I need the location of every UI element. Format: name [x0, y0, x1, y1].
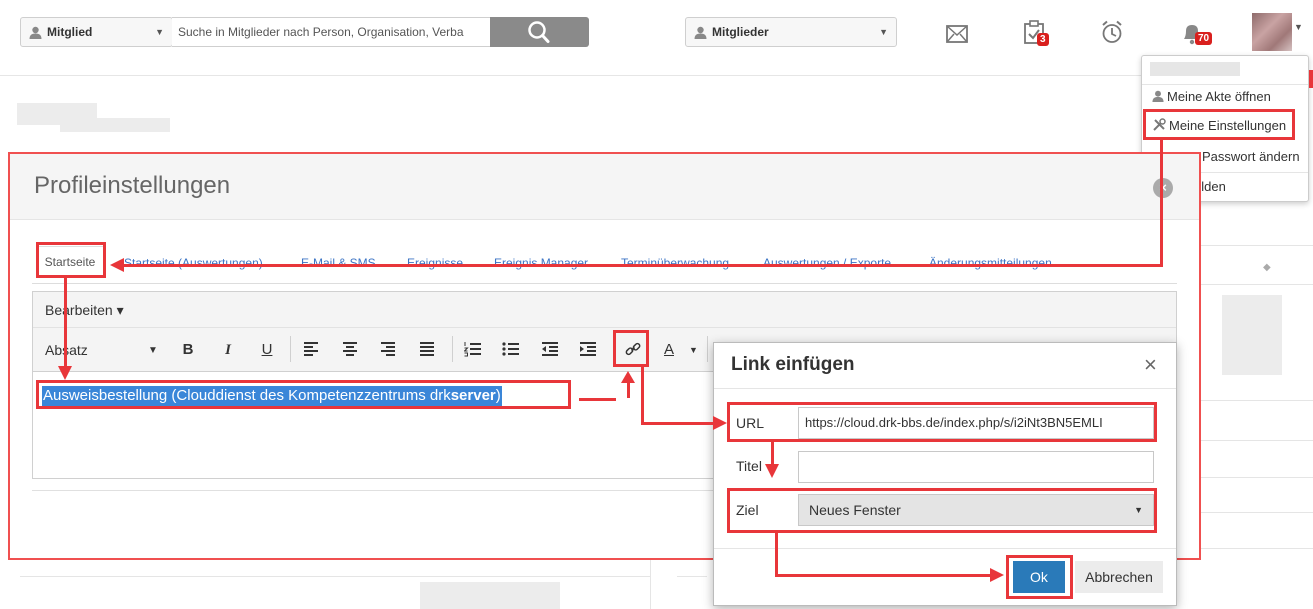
tasks-button[interactable]: 3 — [1023, 17, 1063, 53]
annotation-line — [1160, 140, 1163, 267]
notifications-badge: 70 — [1195, 32, 1213, 45]
menu-item-open-record[interactable]: Meine Akte öffnen — [1142, 84, 1308, 110]
chevron-down-icon[interactable]: ▼ — [689, 345, 698, 355]
members-select-label: Mitglieder — [712, 25, 769, 39]
person-icon — [29, 26, 42, 39]
highlight-settings — [1143, 109, 1295, 140]
notifications-button[interactable]: 70 — [1180, 17, 1220, 53]
sort-icon[interactable]: ◆ — [1263, 262, 1271, 273]
annotation-line — [124, 264, 1163, 267]
tab-auswertungen-exporte[interactable]: Auswertungen / Exporte — [763, 256, 891, 270]
annotation-line — [775, 574, 991, 577]
table-cell-blurred — [1222, 295, 1282, 375]
user-name-blurred — [1150, 62, 1240, 76]
person-icon — [694, 26, 707, 39]
divider — [650, 560, 651, 609]
toolbar-separator — [290, 336, 291, 362]
align-justify-icon[interactable] — [419, 341, 435, 357]
chevron-down-icon[interactable]: ▼ — [1294, 22, 1303, 32]
tab-ereignis-manager[interactable]: Ereignis Manager — [494, 256, 588, 270]
editor-menubar — [33, 292, 1176, 328]
divider — [714, 388, 1176, 389]
numbered-list-icon[interactable] — [464, 341, 482, 357]
divider — [714, 548, 1176, 549]
italic-icon[interactable]: I — [217, 339, 239, 361]
highlight-startseite-tab — [36, 242, 106, 278]
highlight-url-field — [727, 402, 1157, 442]
tab-startseite-auswertungen[interactable]: Startseite (Auswertungen) — [124, 256, 263, 270]
highlight-content-text — [36, 380, 571, 409]
tabs-underline — [32, 283, 1177, 284]
mail-button[interactable] — [944, 17, 984, 53]
mail-icon — [946, 25, 968, 43]
align-right-icon[interactable] — [380, 341, 396, 357]
tab-aenderungsmitteilungen[interactable]: Änderungsmitteilungen — [929, 256, 1052, 270]
annotation-arrowhead — [58, 366, 72, 380]
edit-menu[interactable]: Bearbeiten ▾ — [45, 302, 124, 319]
tab-ereignisse[interactable]: Ereignisse — [407, 256, 463, 270]
title-input[interactable] — [798, 451, 1154, 483]
divider — [1200, 284, 1313, 285]
highlight-target-field — [727, 488, 1157, 533]
annotation-arrowhead — [990, 568, 1004, 582]
text-color-icon[interactable]: A — [658, 339, 680, 361]
divider — [677, 576, 707, 577]
divider — [1200, 512, 1313, 513]
close-icon[interactable]: × — [1144, 352, 1157, 378]
alarm-clock-icon — [1102, 20, 1122, 43]
align-left-icon[interactable] — [303, 341, 319, 357]
search-input[interactable]: Suche in Mitglieder nach Person, Organis… — [172, 17, 494, 47]
scroll-marker — [1309, 70, 1313, 88]
close-icon[interactable]: × — [1153, 178, 1173, 198]
outdent-icon[interactable] — [541, 341, 559, 357]
members-select[interactable]: Mitglieder ▼ — [685, 17, 897, 47]
person-icon — [1152, 90, 1164, 102]
divider — [1200, 400, 1313, 401]
divider — [1200, 548, 1313, 549]
bold-icon[interactable]: B — [177, 339, 199, 361]
toolbar-separator — [452, 336, 453, 362]
annotation-line — [775, 533, 778, 577]
chevron-down-icon: ▼ — [155, 27, 164, 37]
tab-terminueberwachung[interactable]: Terminüberwachung — [621, 256, 729, 270]
highlight-link-button — [613, 330, 649, 367]
annotation-line — [641, 422, 715, 425]
tasks-badge: 3 — [1037, 33, 1049, 46]
cancel-button[interactable]: Abbrechen — [1075, 561, 1163, 593]
search-scope-select[interactable]: Mitglied ▼ — [20, 17, 173, 47]
indent-icon[interactable] — [579, 341, 597, 357]
chevron-down-icon[interactable]: ▼ — [148, 345, 158, 356]
modal-title: Profileinstellungen — [34, 172, 231, 199]
menu-item-label: Passwort ändern — [1202, 149, 1300, 164]
annotation-line — [771, 442, 774, 466]
divider — [1200, 477, 1313, 478]
search-scope-label: Mitglied — [47, 25, 93, 39]
highlight-ok-button — [1006, 555, 1073, 599]
search-icon — [528, 21, 550, 43]
table-cell-blurred — [420, 582, 560, 609]
annotation-line — [579, 398, 616, 401]
divider — [1200, 440, 1313, 441]
title-label: Titel — [736, 458, 762, 474]
annotation-arrowhead — [110, 258, 124, 272]
chevron-down-icon: ▼ — [879, 27, 888, 37]
dialog-title: Link einfügen — [731, 354, 855, 375]
avatar[interactable] — [1252, 13, 1292, 51]
annotation-arrowhead — [713, 416, 727, 430]
bullet-list-icon[interactable] — [502, 341, 520, 357]
divider — [20, 576, 650, 577]
annotation-arrowhead — [765, 464, 779, 478]
menu-item-label: Meine Akte öffnen — [1167, 89, 1271, 104]
annotation-line — [64, 278, 67, 370]
tab-email-sms[interactable]: E-Mail & SMS — [301, 256, 376, 270]
toolbar-separator — [707, 336, 708, 362]
underline-icon[interactable]: U — [256, 339, 278, 361]
annotation-line — [641, 367, 644, 425]
page-subheading-blurred — [60, 118, 170, 132]
reminders-button[interactable] — [1100, 17, 1140, 53]
divider — [1200, 245, 1313, 246]
search-button[interactable] — [490, 17, 589, 47]
annotation-arrowhead — [621, 371, 635, 383]
align-center-icon[interactable] — [342, 341, 358, 357]
